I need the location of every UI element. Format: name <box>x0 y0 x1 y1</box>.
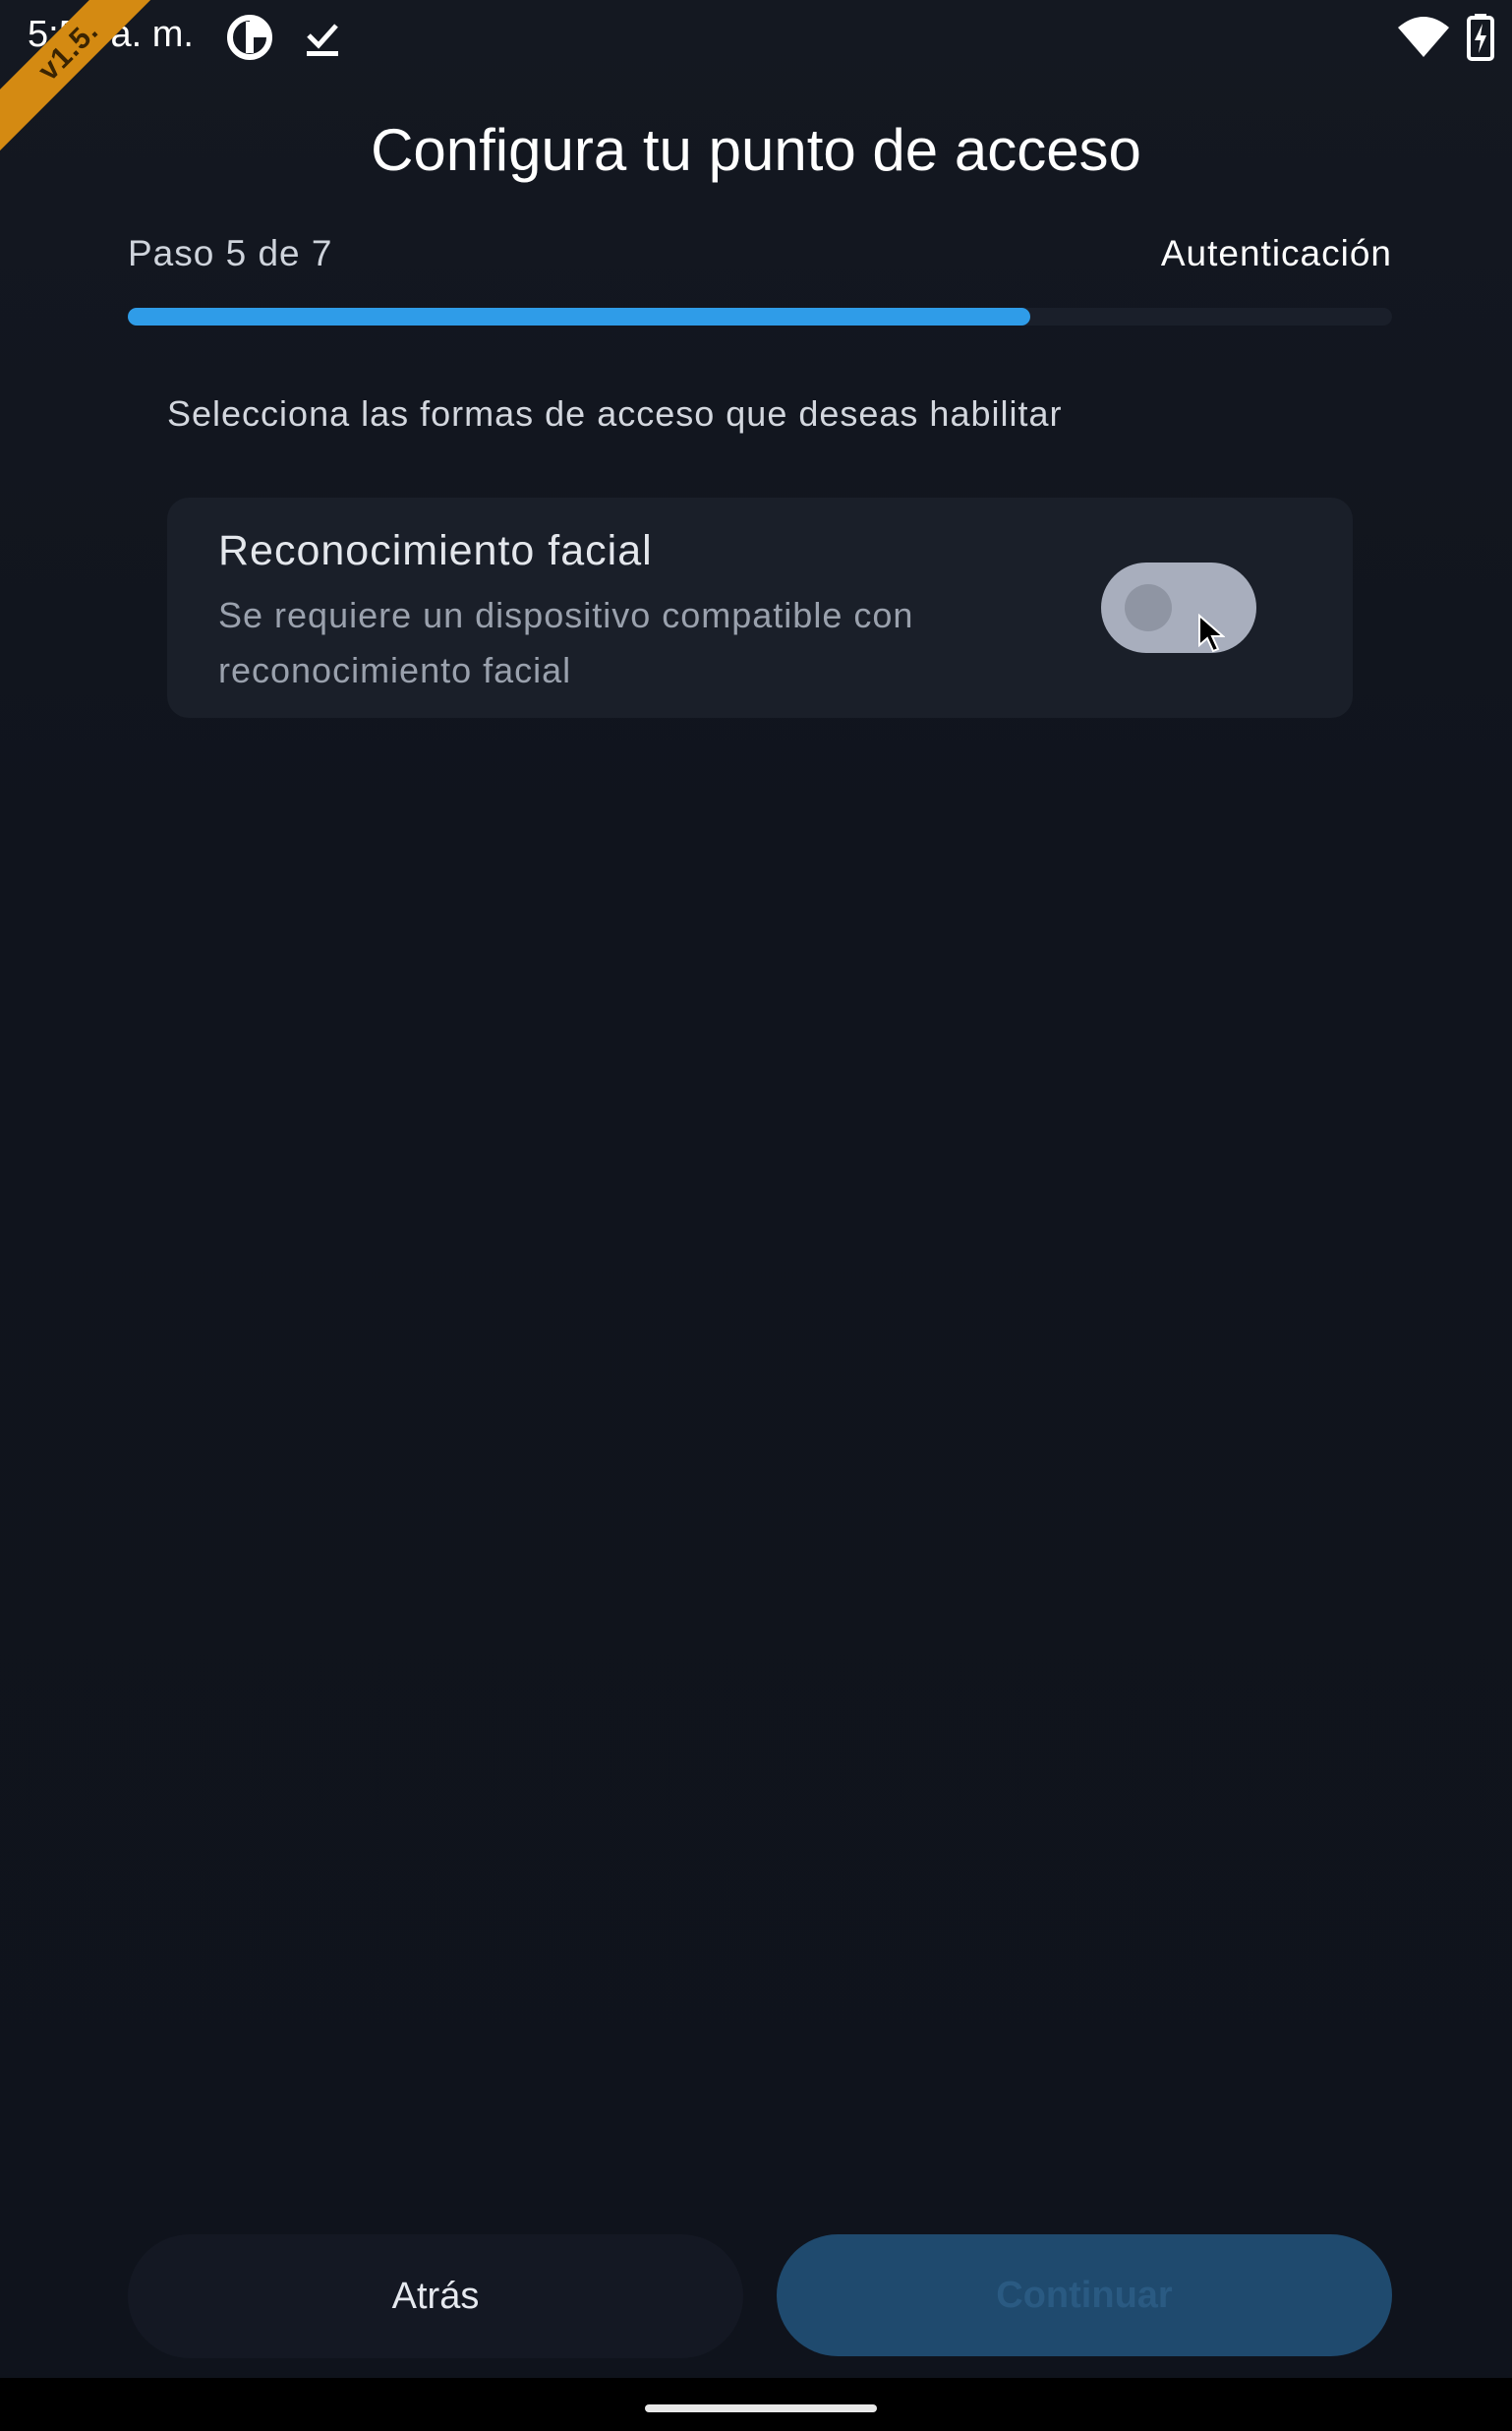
mouse-cursor-icon <box>1198 614 1225 653</box>
app-screen: 5:54 a. m. v1.5. Configura tu punto de a… <box>0 0 1512 2431</box>
progress-fill <box>128 308 1031 326</box>
toggle-knob <box>1125 584 1172 631</box>
home-gesture-handle[interactable] <box>645 2404 877 2412</box>
download-done-icon <box>307 24 338 56</box>
progress-bar <box>128 308 1392 326</box>
page-title: Configura tu punto de acceso <box>371 117 1141 183</box>
data-saver-icon <box>227 15 272 60</box>
step-name: Autenticación <box>1160 233 1392 273</box>
wifi-icon <box>1398 17 1449 57</box>
option-title: Reconocimiento facial <box>218 527 653 574</box>
option-description: Se requiere un dispositivo compatible co… <box>218 595 914 690</box>
status-bar: 5:54 a. m. <box>0 0 1512 79</box>
back-button[interactable]: Atrás <box>128 2234 743 2358</box>
option-card-facial-recognition[interactable]: Reconocimiento facial Se requiere un dis… <box>167 498 1353 718</box>
continue-button[interactable]: Continuar <box>777 2234 1392 2356</box>
instruction-text: Selecciona las formas de acceso que dese… <box>167 393 1063 434</box>
facial-recognition-toggle[interactable] <box>1101 563 1256 653</box>
step-indicator: Paso 5 de 7 <box>128 233 333 273</box>
battery-charging-icon <box>1467 14 1494 61</box>
